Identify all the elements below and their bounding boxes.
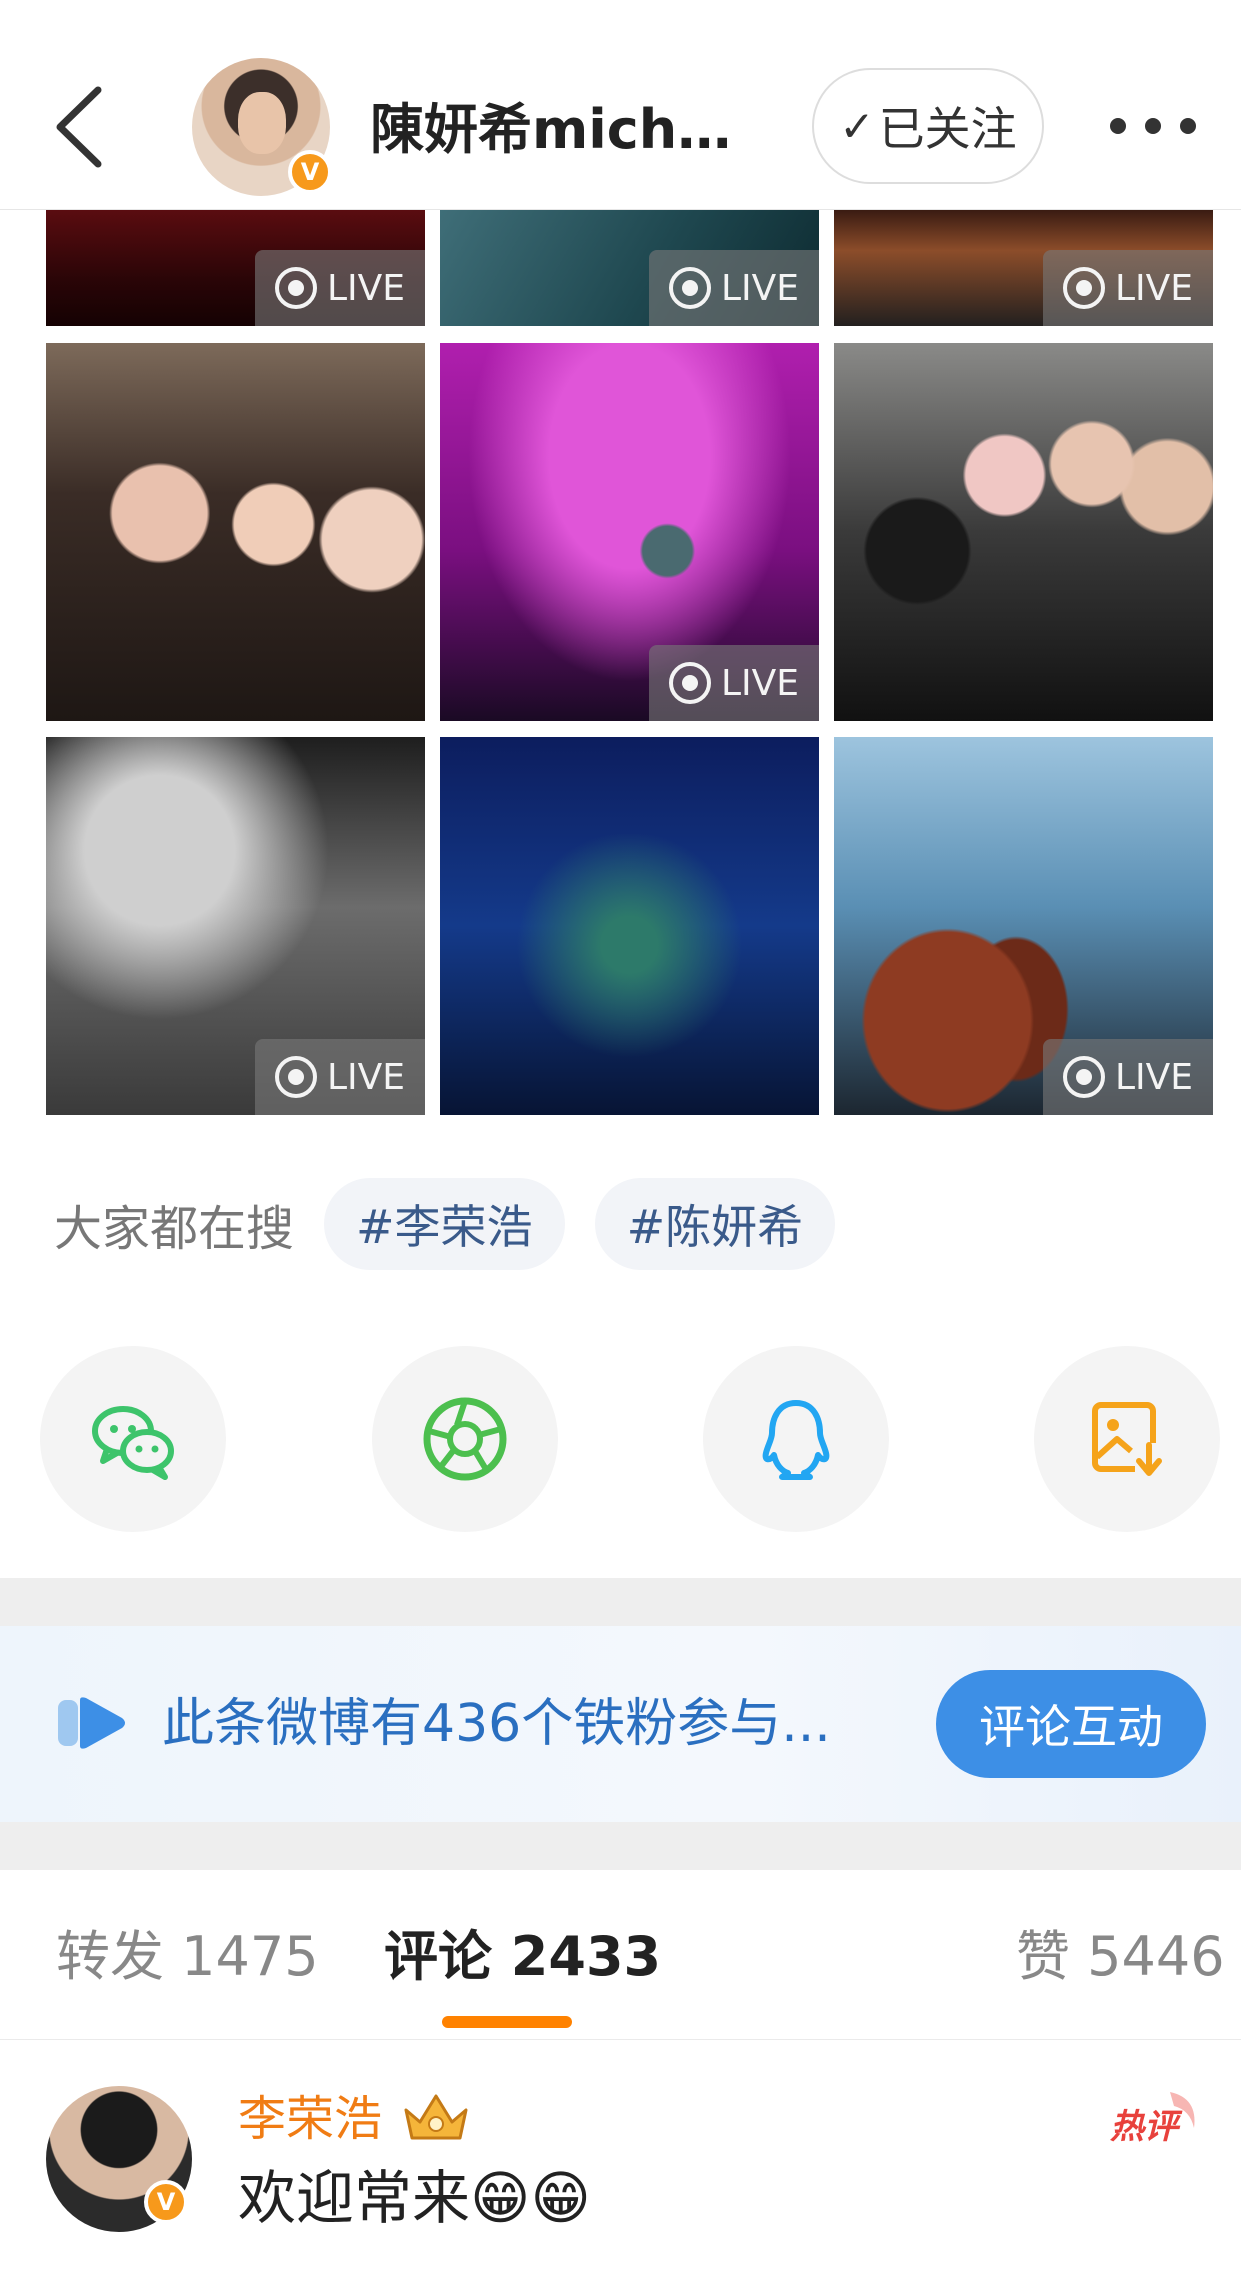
fan-crown-icon — [404, 2094, 468, 2140]
comment-text: 欢迎常来😁😁 — [238, 2164, 591, 2232]
live-icon — [668, 267, 711, 309]
photo-tile[interactable]: LIVE — [834, 737, 1213, 1115]
following-button[interactable]: ✓ 已关注 — [812, 68, 1044, 184]
trending-search-label: 大家都在搜 — [54, 1201, 295, 1257]
verified-badge-icon: V — [288, 150, 332, 194]
hot-comment-label: 热评 — [1110, 2107, 1183, 2147]
share-moments-button[interactable] — [372, 1346, 558, 1532]
tab-reposts[interactable]: 转发 1475 — [56, 1922, 319, 1992]
author-name[interactable]: 陳妍希michel... — [370, 90, 765, 170]
photo-tile[interactable]: LIVE — [440, 343, 819, 721]
photo-tile[interactable] — [440, 737, 819, 1115]
save-image-button[interactable] — [1034, 1346, 1220, 1532]
comment-interact-button[interactable]: 评论互动 — [936, 1670, 1206, 1778]
photo-tile[interactable]: LIVE — [46, 737, 425, 1115]
photo-tile[interactable] — [834, 343, 1213, 721]
photo-grid: LIVE LIVE LIVE LIVE LIVE LIVE — [46, 210, 1214, 1115]
search-tag-chip[interactable]: #李荣浩 — [324, 1178, 565, 1270]
photo-tile[interactable]: LIVE — [440, 210, 819, 326]
live-icon — [1062, 267, 1105, 309]
live-badge: LIVE — [649, 645, 819, 721]
photo-tile[interactable]: LIVE — [834, 210, 1213, 326]
next-row-peek — [0, 2270, 1241, 2290]
live-badge: LIVE — [255, 1039, 425, 1115]
verified-badge-icon: V — [144, 2180, 188, 2224]
check-icon: ✓ — [839, 101, 875, 151]
live-icon — [668, 662, 711, 704]
fans-participation-banner[interactable]: 此条微博有436个铁粉参与... 评论互动 — [0, 1626, 1241, 1822]
qq-icon — [762, 1400, 830, 1480]
live-icon — [274, 1056, 317, 1098]
engagement-tabs: 转发 1475 评论 2433 赞 5446 — [0, 1870, 1241, 2040]
active-tab-indicator — [442, 2016, 572, 2028]
photo-tile[interactable] — [46, 343, 425, 721]
following-label: 已关注 — [878, 102, 1017, 156]
fans-play-icon — [58, 1697, 125, 1749]
wechat-icon — [92, 1406, 174, 1480]
trending-search-row: 大家都在搜 #李荣浩 #陈妍希 — [54, 1178, 865, 1270]
live-badge: LIVE — [649, 250, 819, 326]
search-tag-chip[interactable]: #陈妍希 — [594, 1178, 836, 1270]
more-options-icon[interactable] — [1110, 118, 1196, 134]
live-icon — [1062, 1056, 1105, 1098]
live-badge: LIVE — [255, 250, 425, 326]
share-wechat-button[interactable] — [40, 1346, 226, 1532]
tab-comments[interactable]: 评论 2433 — [384, 1922, 661, 1992]
section-divider — [0, 1578, 1241, 1626]
photo-tile[interactable]: LIVE — [46, 210, 425, 326]
hot-comment-badge: 热评 — [1110, 2092, 1195, 2147]
section-divider — [0, 1822, 1241, 1870]
live-badge: LIVE — [1043, 1039, 1213, 1115]
fans-participation-text: 此条微博有436个铁粉参与... — [162, 1694, 831, 1754]
save-image-icon — [1092, 1402, 1165, 1477]
commenter-name[interactable]: 李荣浩 — [238, 2088, 382, 2150]
live-icon — [274, 267, 317, 309]
live-badge: LIVE — [1043, 250, 1213, 326]
moments-icon — [423, 1397, 507, 1481]
top-bar: V 陳妍希michel... ✓ 已关注 — [0, 0, 1241, 210]
back-arrow-icon[interactable] — [50, 82, 110, 172]
share-qq-button[interactable] — [703, 1346, 889, 1532]
tab-likes[interactable]: 赞 5446 — [1016, 1922, 1225, 1992]
